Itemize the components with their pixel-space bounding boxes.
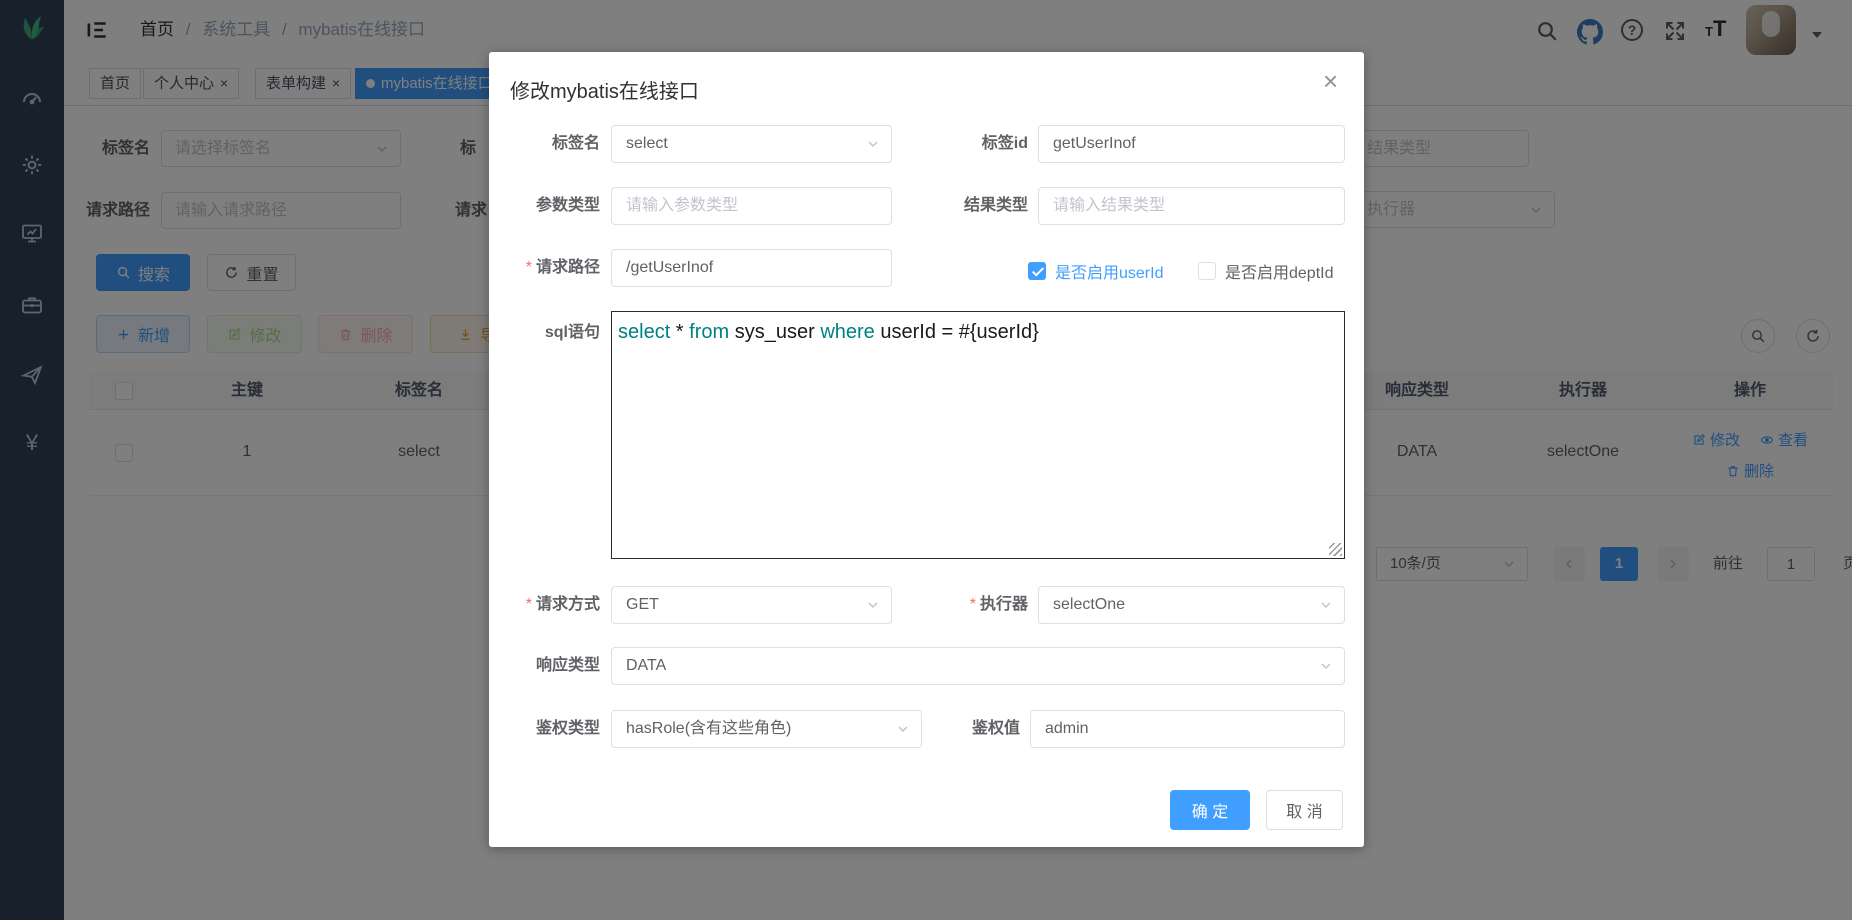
sql-label: sql语句 xyxy=(489,314,600,352)
sql-code-line: select * from sys_user where userId = #{… xyxy=(618,317,1338,347)
auth-value-input[interactable] xyxy=(1030,710,1345,748)
confirm-button[interactable]: 确 定 xyxy=(1170,790,1250,830)
dialog-title: 修改mybatis在线接口 xyxy=(510,75,699,104)
tag-id-label: 标签id xyxy=(918,125,1028,163)
request-path-input[interactable] xyxy=(611,249,892,287)
executor-select[interactable]: selectOne xyxy=(1038,586,1345,624)
tag-name-label: 标签名 xyxy=(489,125,600,163)
request-path-label: *请求路径 xyxy=(489,249,600,287)
chevron-down-icon xyxy=(867,599,879,611)
chevron-down-icon xyxy=(1320,660,1332,672)
checkbox-unchecked-icon[interactable] xyxy=(1198,262,1216,280)
executor-label: *执行器 xyxy=(918,586,1028,624)
cancel-button[interactable]: 取 消 xyxy=(1266,790,1343,830)
enable-deptid-checkbox[interactable]: 是否启用deptId xyxy=(1198,259,1334,283)
response-type-label: 响应类型 xyxy=(489,647,600,685)
edit-mybatis-dialog: 修改mybatis在线接口 × 标签名 select 标签id 参数类型 结果类… xyxy=(489,52,1364,847)
param-type-label: 参数类型 xyxy=(489,187,600,225)
request-method-label: *请求方式 xyxy=(489,586,600,624)
chevron-down-icon xyxy=(867,138,879,150)
checkbox-checked-icon[interactable] xyxy=(1028,262,1046,280)
tag-id-input[interactable] xyxy=(1038,125,1345,163)
response-type-select[interactable]: DATA xyxy=(611,647,1345,685)
auth-value-label: 鉴权值 xyxy=(909,710,1020,748)
close-icon[interactable]: × xyxy=(1319,64,1342,98)
enable-userid-checkbox[interactable]: 是否启用userId xyxy=(1028,259,1163,283)
sql-editor[interactable]: select * from sys_user where userId = #{… xyxy=(611,311,1345,559)
tag-name-select[interactable]: select xyxy=(611,125,892,163)
param-type-input[interactable] xyxy=(611,187,892,225)
resize-handle[interactable] xyxy=(1329,543,1342,556)
auth-type-label: 鉴权类型 xyxy=(489,710,600,748)
chevron-down-icon xyxy=(897,723,909,735)
request-method-select[interactable]: GET xyxy=(611,586,892,624)
auth-type-select[interactable]: hasRole(含有这些角色) xyxy=(611,710,922,748)
chevron-down-icon xyxy=(1320,599,1332,611)
result-type-input[interactable] xyxy=(1038,187,1345,225)
result-type-label: 结果类型 xyxy=(918,187,1028,225)
